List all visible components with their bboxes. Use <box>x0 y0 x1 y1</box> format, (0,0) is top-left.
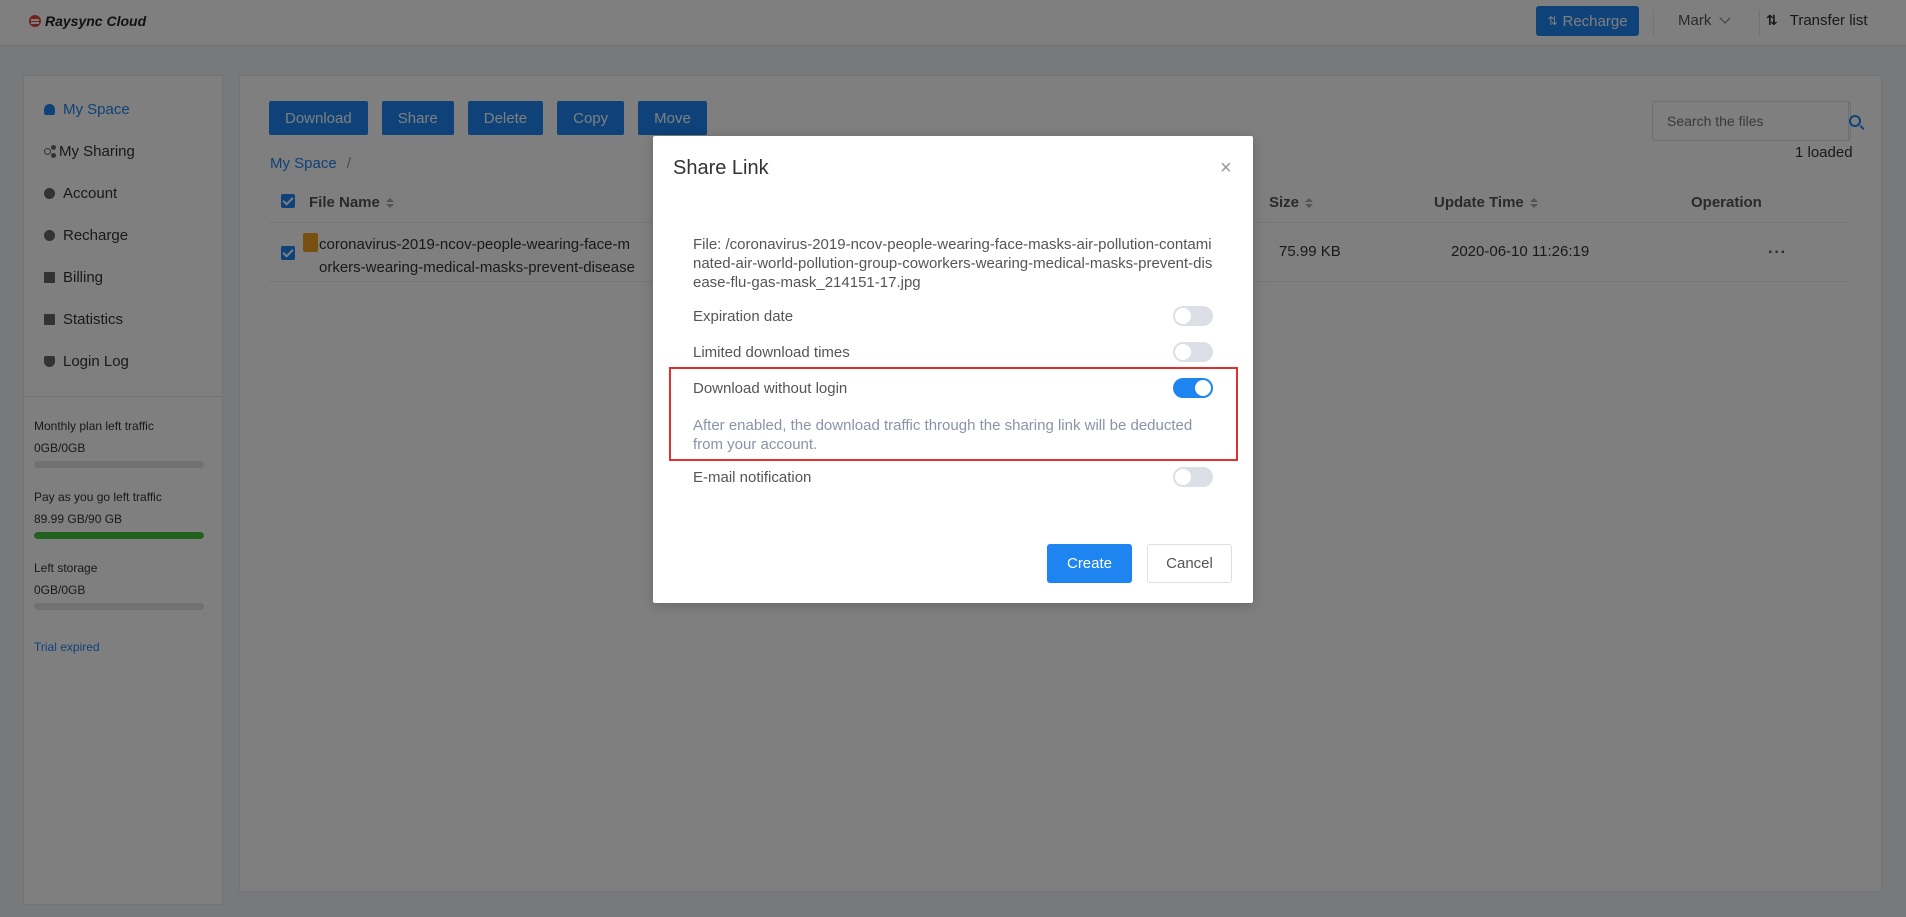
option-expiration-date: Expiration date <box>693 304 1213 328</box>
highlight-box <box>669 367 1238 461</box>
option-limited-download-times: Limited download times <box>693 340 1213 364</box>
option-label: E-mail notification <box>693 468 812 486</box>
file-path: File: /coronavirus-2019-ncov-people-wear… <box>693 236 1213 291</box>
expiration-toggle[interactable] <box>1173 306 1213 326</box>
cancel-button[interactable]: Cancel <box>1147 544 1232 583</box>
option-label: Expiration date <box>693 307 794 325</box>
dialog-title: Share Link <box>673 157 769 179</box>
create-button[interactable]: Create <box>1047 544 1132 583</box>
limited-download-toggle[interactable] <box>1173 342 1213 362</box>
share-link-dialog: Share Link × File: /coronavirus-2019-nco… <box>653 136 1253 603</box>
email-notification-toggle[interactable] <box>1173 467 1213 487</box>
option-label: Limited download times <box>693 343 850 361</box>
close-icon[interactable]: × <box>1220 158 1232 178</box>
option-email-notification: E-mail notification <box>693 465 1213 489</box>
